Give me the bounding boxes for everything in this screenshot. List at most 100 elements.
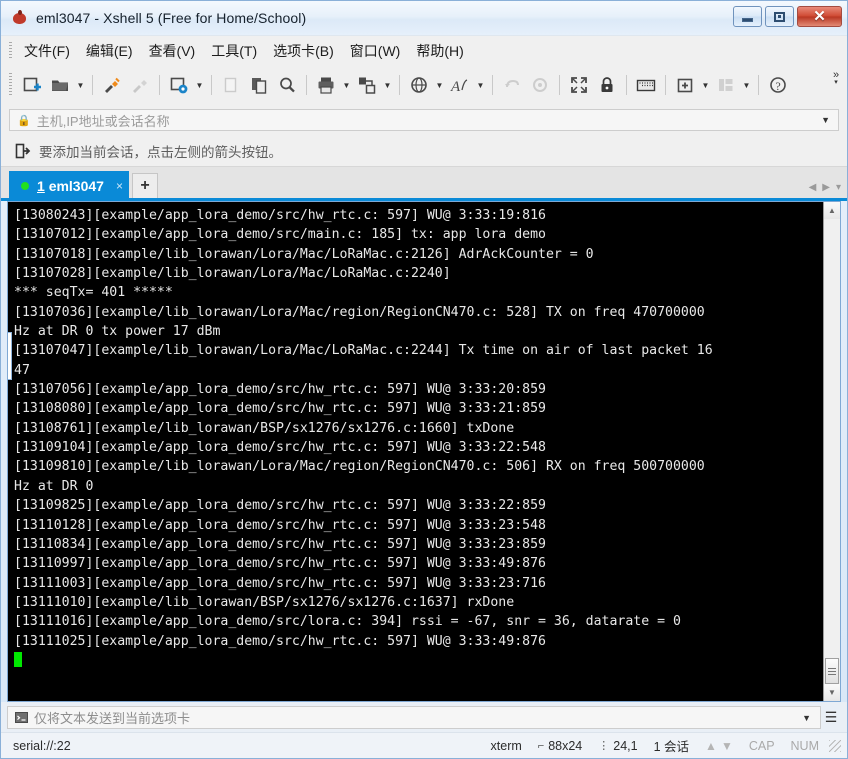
terminal-line: Hz at DR 0 tx power 17 dBm (14, 324, 221, 340)
minimize-button[interactable] (733, 6, 762, 27)
redo-icon (526, 71, 554, 99)
scroll-up-arrow[interactable]: ▲ (824, 202, 840, 219)
new-pane-icon[interactable] (671, 71, 699, 99)
terminal-line: [13109810][example/lib_lorawan/Lora/Mac/… (14, 459, 705, 475)
menu-tabs[interactable]: 选项卡(B) (266, 38, 341, 64)
send-input[interactable]: 仅将文本发送到当前选项卡 ▼ (7, 706, 821, 729)
tab-label: 1 eml3047 (37, 178, 104, 194)
terminal-output[interactable]: [13080243][example/app_lora_demo/src/hw_… (8, 202, 823, 701)
address-input[interactable]: 🔒 主机,IP地址或会话名称 ▼ (9, 109, 839, 131)
window-title: eml3047 - Xshell 5 (Free for Home/School… (36, 10, 307, 26)
toolbar-separator (159, 75, 160, 95)
panel-handle[interactable] (8, 332, 12, 380)
svg-text:?: ? (775, 79, 780, 93)
layout-icon (712, 71, 740, 99)
session-properties-dropdown-icon[interactable]: ▼ (193, 71, 206, 99)
terminal-line: [13111010][example/lib_lorawan/BSP/sx127… (14, 594, 515, 610)
session-properties-icon[interactable] (165, 71, 193, 99)
menu-view[interactable]: 查看(V) (142, 38, 203, 64)
fullscreen-icon[interactable] (565, 71, 593, 99)
tab-next-icon[interactable]: ▶ (822, 182, 830, 193)
terminal-line: [13107012][example/app_lora_demo/src/mai… (14, 227, 546, 243)
status-bar: serial://:22 xterm ⌐ 88x24 ⋮ 24,1 1 会话 ▲… (1, 732, 847, 758)
close-button[interactable]: ✕ (797, 6, 842, 27)
add-session-arrow-icon[interactable] (15, 143, 31, 159)
new-session-icon[interactable] (18, 71, 46, 99)
tab-prev-icon[interactable]: ◀ (809, 182, 817, 193)
font-dropdown-icon[interactable]: ▼ (474, 71, 487, 99)
terminal-line: [13110128][example/app_lora_demo/src/hw_… (14, 517, 546, 533)
menu-grip[interactable] (9, 41, 12, 60)
tab-status-dot (21, 182, 29, 190)
send-placeholder: 仅将文本发送到当前选项卡 (34, 711, 191, 726)
scroll-down-arrow[interactable]: ▼ (824, 684, 840, 701)
tab-nav-controls: ◀ ▶ ▾ (809, 182, 841, 193)
upload-arrow-icon: ▲ (705, 738, 717, 753)
globe-icon[interactable] (405, 71, 433, 99)
keyboard-icon[interactable] (632, 71, 660, 99)
terminal-scrollbar[interactable]: ▲ ▼ (823, 202, 840, 701)
open-folder-icon[interactable] (46, 71, 74, 99)
terminal-line: [13109825][example/app_lora_demo/src/hw_… (14, 498, 546, 514)
scrollbar-thumb[interactable] (825, 658, 839, 684)
new-pane-dropdown-icon[interactable]: ▼ (699, 71, 712, 99)
status-connection: serial://:22 (13, 738, 71, 753)
chevron-down-icon[interactable]: ▼ (821, 115, 834, 125)
terminal-cursor-line (14, 651, 823, 670)
toolbar-separator (399, 75, 400, 95)
menu-help[interactable]: 帮助(H) (409, 38, 470, 64)
toolbar-grip[interactable] (9, 73, 12, 97)
send-bar: 仅将文本发送到当前选项卡 ▼ ☰ (1, 702, 847, 732)
terminal-line: [13107036][example/lib_lorawan/Lora/Mac/… (14, 304, 705, 320)
chevron-down-icon[interactable]: ▼ (802, 713, 816, 723)
find-icon[interactable] (273, 71, 301, 99)
menu-edit[interactable]: 编辑(E) (79, 38, 140, 64)
maximize-button[interactable] (765, 6, 794, 27)
hint-text: 要添加当前会话，点击左侧的箭头按钮。 (39, 144, 282, 160)
terminal-line: [13108761][example/lib_lorawan/BSP/sx127… (14, 420, 515, 436)
menu-window[interactable]: 窗口(W) (343, 38, 408, 64)
menu-tools[interactable]: 工具(T) (204, 38, 264, 64)
open-folder-dropdown-icon[interactable]: ▼ (74, 71, 87, 99)
hamburger-icon[interactable]: ☰ (821, 709, 841, 726)
cursor-pos-icon: ⋮ (598, 740, 610, 752)
menu-bar: 文件(F) 编辑(E) 查看(V) 工具(T) 选项卡(B) 窗口(W) 帮助(… (1, 35, 847, 65)
status-term-type: xterm (490, 738, 522, 753)
terminal-line: [13109104][example/app_lora_demo/src/hw_… (14, 440, 546, 456)
globe-dropdown-icon[interactable]: ▼ (433, 71, 446, 99)
toolbar-separator (492, 75, 493, 95)
tab-eml3047[interactable]: 1 eml3047 × (9, 171, 129, 201)
toolbar-overflow-icon[interactable]: » ▾ (829, 69, 843, 86)
add-tab-button[interactable]: + (131, 173, 158, 199)
transfer-dropdown-icon[interactable]: ▼ (381, 71, 394, 99)
terminal-line: *** seqTx= 401 ***** (14, 285, 173, 301)
print-icon[interactable] (312, 71, 340, 99)
paste-icon[interactable] (245, 71, 273, 99)
status-size: ⌐ 88x24 (537, 738, 583, 753)
undo-icon (498, 71, 526, 99)
terminal-line: Hz at DR 0 (14, 478, 94, 494)
toolbar-separator (559, 75, 560, 95)
lock-icon: 🔒 (17, 114, 31, 127)
scrollbar-track[interactable] (824, 219, 840, 658)
tab-menu-icon[interactable]: ▾ (836, 182, 841, 193)
toolbar-separator (758, 75, 759, 95)
menu-file[interactable]: 文件(F) (17, 38, 77, 64)
transfer-icon[interactable] (353, 71, 381, 99)
copy-icon (217, 71, 245, 99)
terminal-line: 47 (14, 362, 30, 378)
resize-grip[interactable] (829, 739, 841, 752)
print-dropdown-icon[interactable]: ▼ (340, 71, 353, 99)
reconnect-icon[interactable] (98, 71, 126, 99)
terminal-line: [13107047][example/lib_lorawan/Lora/Mac/… (14, 343, 713, 359)
toolbar-separator (626, 75, 627, 95)
font-icon[interactable]: A (446, 71, 474, 99)
tab-close-icon[interactable]: × (116, 179, 123, 193)
svg-text:A: A (450, 79, 461, 95)
status-traffic: ▲ ▼ (705, 739, 733, 753)
toolbar: ▼ ▼ ▼ ▼ ▼ A ▼ ▼ ▼ ? » ▾ (1, 65, 847, 105)
help-icon[interactable]: ? (764, 71, 792, 99)
terminal-line: [13110997][example/app_lora_demo/src/hw_… (14, 556, 546, 572)
tab-bar: 1 eml3047 × + ◀ ▶ ▾ (1, 167, 847, 201)
lock-icon[interactable] (593, 71, 621, 99)
